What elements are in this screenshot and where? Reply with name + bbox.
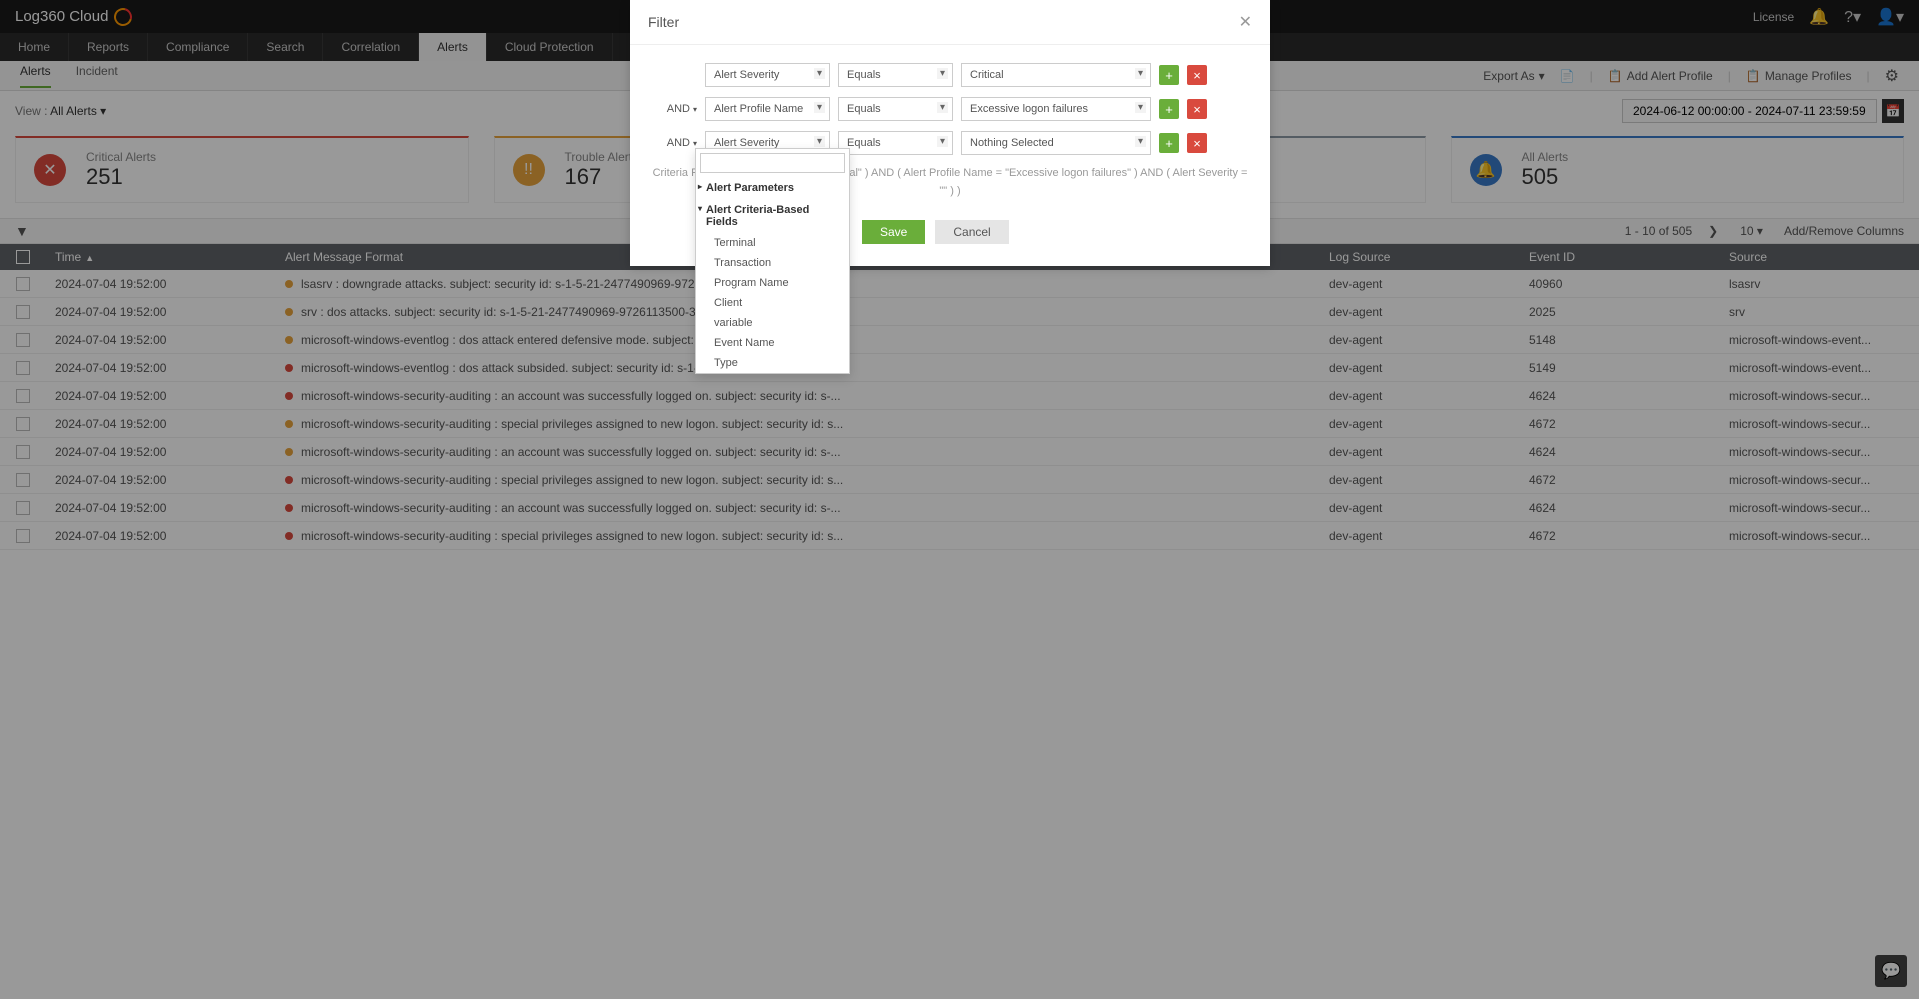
dialog-buttons: Save Cancel — [862, 220, 1248, 244]
dropdown-item[interactable]: Program Name — [696, 273, 849, 293]
op-select-0[interactable]: Equals — [838, 63, 953, 87]
add-row-0[interactable]: + — [1159, 65, 1179, 85]
save-button[interactable]: Save — [862, 220, 925, 244]
val-select-2[interactable]: Nothing Selected — [961, 131, 1151, 155]
del-row-0[interactable]: × — [1187, 65, 1207, 85]
op-select-2[interactable]: Equals — [838, 131, 953, 155]
dropdown-items: TerminalTransactionProgram NameClientvar… — [696, 233, 849, 373]
logic-2[interactable]: AND▾ — [652, 137, 697, 149]
dropdown-item[interactable]: Type — [696, 353, 849, 373]
group-alert-criteria-fields[interactable]: Alert Criteria-Based Fields — [696, 199, 849, 233]
logic-label: AND — [667, 137, 690, 149]
del-row-2[interactable]: × — [1187, 133, 1207, 153]
val-select-0[interactable]: Critical — [961, 63, 1151, 87]
group1-label: Alert Parameters — [706, 182, 794, 194]
field-select-0[interactable]: Alert Severity — [705, 63, 830, 87]
del-row-1[interactable]: × — [1187, 99, 1207, 119]
group-alert-parameters[interactable]: Alert Parameters — [696, 177, 849, 199]
logic-label: AND — [667, 103, 690, 115]
group2-label: Alert Criteria-Based Fields — [706, 204, 809, 228]
val-select-1[interactable]: Excessive logon failures — [961, 97, 1151, 121]
op-select-1[interactable]: Equals — [838, 97, 953, 121]
add-row-1[interactable]: + — [1159, 99, 1179, 119]
dropdown-search-input[interactable] — [700, 153, 845, 173]
close-icon[interactable]: ✕ — [1239, 12, 1252, 32]
dialog-title: Filter — [648, 14, 679, 30]
dropdown-search — [696, 149, 849, 177]
dialog-header: Filter ✕ — [630, 0, 1270, 45]
dropdown-item[interactable]: Client — [696, 293, 849, 313]
field-select-1[interactable]: Alert Profile Name — [705, 97, 830, 121]
add-row-2[interactable]: + — [1159, 133, 1179, 153]
cancel-button[interactable]: Cancel — [935, 220, 1008, 244]
field-dropdown: Alert Parameters Alert Criteria-Based Fi… — [695, 148, 850, 374]
dropdown-item[interactable]: Transaction — [696, 253, 849, 273]
filter-dialog: Filter ✕ Alert Severity Equals Critical … — [630, 0, 1270, 266]
dropdown-item[interactable]: variable — [696, 313, 849, 333]
dropdown-item[interactable]: Terminal — [696, 233, 849, 253]
filter-row-1: AND▾ Alert Profile Name Equals Excessive… — [652, 97, 1248, 121]
dropdown-item[interactable]: Event Name — [696, 333, 849, 353]
filter-row-0: Alert Severity Equals Critical + × — [652, 63, 1248, 87]
logic-1[interactable]: AND▾ — [652, 103, 697, 115]
